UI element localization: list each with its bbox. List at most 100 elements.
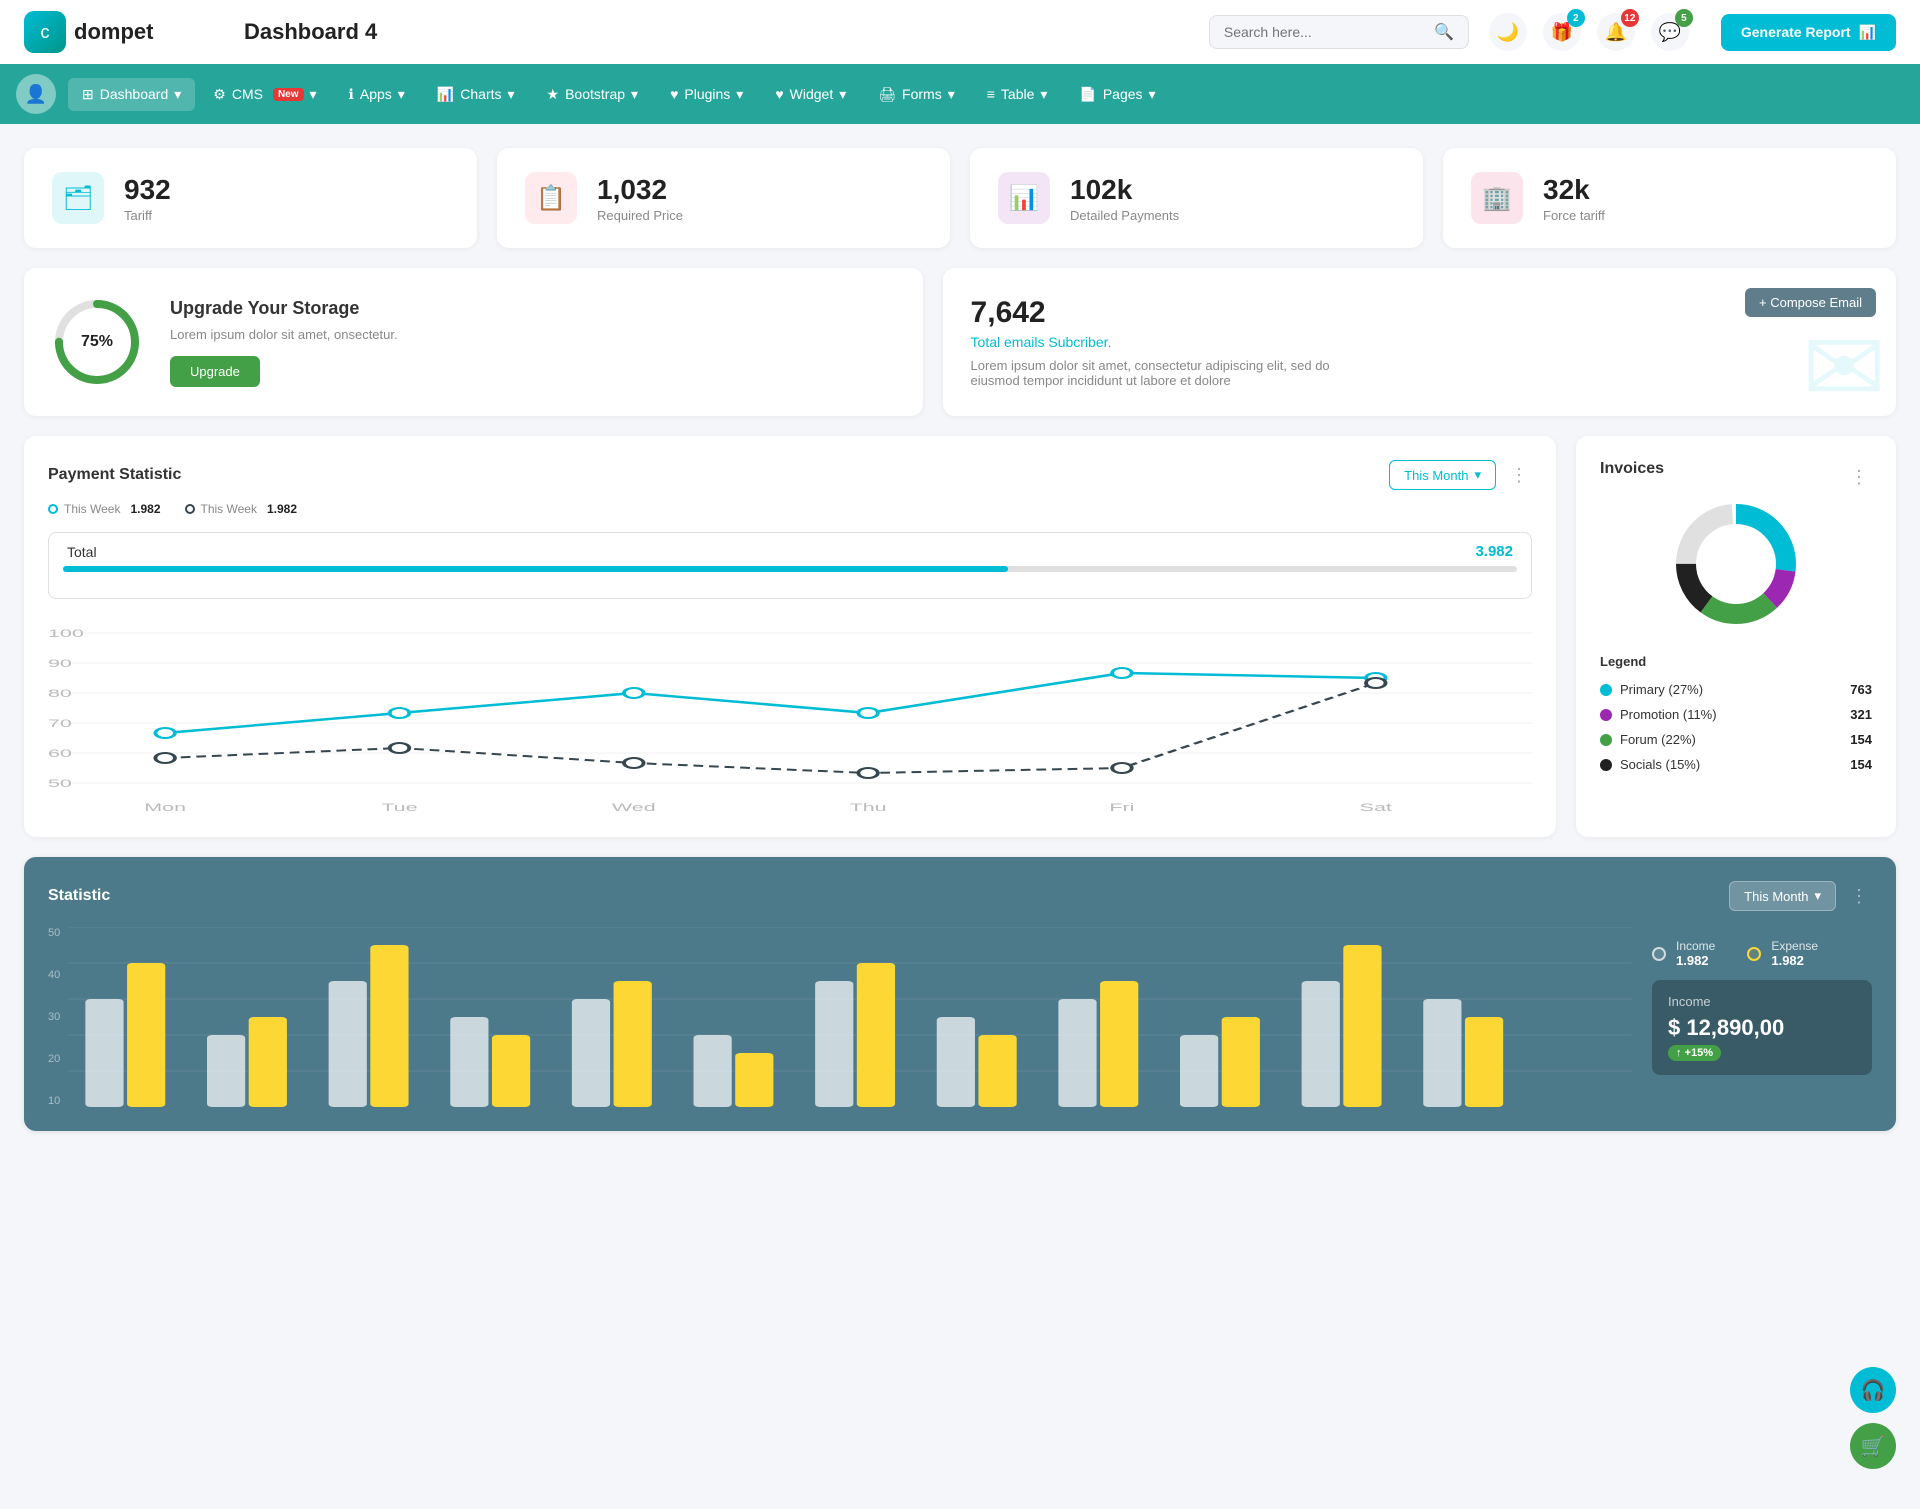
nav-label-bootstrap: Bootstrap xyxy=(565,86,625,102)
svg-text:Fri: Fri xyxy=(1109,801,1134,813)
bar-chart-inner: 5040302010 xyxy=(48,927,1632,1107)
forms-icon: 🖨 xyxy=(878,86,896,103)
stat-card-force-tariff: 🏢 32k Force tariff xyxy=(1443,148,1896,248)
stat-card-required-price: 📋 1,032 Required Price xyxy=(497,148,950,248)
legend-item-0: This Week 1.982 xyxy=(48,502,161,516)
chevron-down-icon-cms: ▾ xyxy=(310,86,317,103)
inv-leg-promotion: Promotion (11%) 321 xyxy=(1600,702,1872,727)
income-box: Income $ 12,890,00 ↑ +15% xyxy=(1652,980,1872,1075)
nav-label-dashboard: Dashboard xyxy=(100,86,169,102)
income-legend-item: Income 1.982 xyxy=(1652,939,1715,968)
headset-fab-button[interactable]: 🎧 xyxy=(1850,1367,1896,1413)
income-legend-dot xyxy=(1652,947,1666,961)
income-change: ↑ +15% xyxy=(1668,1045,1856,1061)
nav-label-apps: Apps xyxy=(360,86,392,102)
tariff-icon: 🗂 xyxy=(52,172,104,224)
socials-dot xyxy=(1600,759,1612,771)
stat-legend-row: Income 1.982 Expense 1.982 xyxy=(1652,939,1872,968)
generate-report-label: Generate Report xyxy=(1741,24,1851,40)
income-legend-label: Income xyxy=(1676,939,1715,953)
chevron-down-icon-table: ▾ xyxy=(1040,86,1047,103)
generate-report-button[interactable]: Generate Report 📊 xyxy=(1721,14,1896,51)
forum-dot xyxy=(1600,734,1612,746)
invoices-header: Invoices ⋮ xyxy=(1600,460,1872,494)
bell-btn[interactable]: 🔔 12 xyxy=(1597,13,1635,51)
inv-leg-primary: Primary (27%) 763 xyxy=(1600,677,1872,702)
detailed-payments-label: Detailed Payments xyxy=(1070,208,1179,223)
invoices-menu[interactable]: ⋮ xyxy=(1846,463,1872,492)
storage-card: 75% Upgrade Your Storage Lorem ipsum dol… xyxy=(24,268,923,416)
stat-month-button[interactable]: This Month ▾ xyxy=(1729,881,1836,911)
detailed-payments-icon: 📊 xyxy=(998,172,1050,224)
moon-icon: 🌙 xyxy=(1497,22,1519,43)
nav-item-pages[interactable]: 📄 Pages ▾ xyxy=(1065,78,1169,111)
main-content: 🗂 932 Tariff 📋 1,032 Required Price 📊 10… xyxy=(0,124,1920,1155)
cms-icon: ⚙ xyxy=(213,86,226,103)
nav-label-table: Table xyxy=(1001,86,1034,102)
svg-text:Thu: Thu xyxy=(850,801,887,813)
chevron-down-icon-bootstrap: ▾ xyxy=(631,86,638,103)
chart-header: Payment Statistic This Month ▾ ⋮ xyxy=(48,460,1532,490)
svg-text:60: 60 xyxy=(48,747,72,759)
required-price-info: 1,032 Required Price xyxy=(597,174,683,223)
this-month-button[interactable]: This Month ▾ xyxy=(1389,460,1496,490)
income-legend-value: 1.982 xyxy=(1676,953,1715,968)
storage-circle: 75% xyxy=(52,297,142,387)
gift-btn[interactable]: 🎁 2 xyxy=(1543,13,1581,51)
chevron-down-icon-pages: ▾ xyxy=(1149,86,1156,103)
gift-badge: 2 xyxy=(1567,9,1585,27)
detailed-payments-value: 102k xyxy=(1070,174,1179,206)
promotion-dot xyxy=(1600,709,1612,721)
bar-chart-container: 5040302010 xyxy=(48,927,1632,1107)
income-legend-info: Income 1.982 xyxy=(1676,939,1715,968)
force-tariff-icon: 🏢 xyxy=(1471,172,1523,224)
upgrade-button[interactable]: Upgrade xyxy=(170,356,260,387)
cart-fab-button[interactable]: 🛒 xyxy=(1850,1423,1896,1469)
inv-leg-left-socials: Socials (15%) xyxy=(1600,757,1700,772)
progress-bar xyxy=(63,566,1517,572)
nav-item-cms[interactable]: ⚙ CMS New ▾ xyxy=(199,78,330,111)
total-value: 3.982 xyxy=(1475,543,1513,560)
legend-item-1: This Week 1.982 xyxy=(185,502,298,516)
nav-item-table[interactable]: ≡ Table ▾ xyxy=(973,78,1062,111)
search-icon[interactable]: 🔍 xyxy=(1434,22,1454,42)
invoices-donut-svg xyxy=(1666,494,1806,634)
nav-item-charts[interactable]: 📊 Charts ▾ xyxy=(423,78,529,111)
nav-item-plugins[interactable]: ♥ Plugins ▾ xyxy=(656,78,757,111)
nav-item-bootstrap[interactable]: ★ Bootstrap ▾ xyxy=(533,78,653,111)
email-label: Total emails Subcriber. xyxy=(971,334,1868,350)
svg-text:Wed: Wed xyxy=(612,801,656,813)
nav-item-forms[interactable]: 🖨 Forms ▾ xyxy=(864,78,968,111)
required-price-value: 1,032 xyxy=(597,174,683,206)
invoices-title: Invoices xyxy=(1600,460,1664,478)
force-tariff-value: 32k xyxy=(1543,174,1605,206)
apps-icon: ℹ xyxy=(349,86,354,103)
payment-chart-menu[interactable]: ⋮ xyxy=(1506,461,1532,490)
dashboard-icon: ⊞ xyxy=(82,86,94,103)
stat-chart-menu[interactable]: ⋮ xyxy=(1846,882,1872,911)
expense-legend-item: Expense 1.982 xyxy=(1747,939,1818,968)
bar-chart-svg xyxy=(68,927,1632,1107)
storage-info: Upgrade Your Storage Lorem ipsum dolor s… xyxy=(170,298,398,387)
stat-right-panel: Income 1.982 Expense 1.982 Income xyxy=(1652,927,1872,1107)
search-input[interactable] xyxy=(1224,24,1426,40)
plugins-icon: ♥ xyxy=(670,86,678,102)
nav-item-dashboard[interactable]: ⊞ Dashboard ▾ xyxy=(68,78,195,111)
nav-item-apps[interactable]: ℹ Apps ▾ xyxy=(335,78,419,111)
chevron-down-icon-stat: ▾ xyxy=(1814,888,1821,904)
charts-row: Payment Statistic This Month ▾ ⋮ This We… xyxy=(24,436,1896,837)
inv-leg-left-promotion: Promotion (11%) xyxy=(1600,707,1717,722)
chevron-down-icon-month: ▾ xyxy=(1474,467,1481,483)
moon-btn[interactable]: 🌙 xyxy=(1489,13,1527,51)
chat-btn[interactable]: 💬 5 xyxy=(1651,13,1689,51)
nav-item-widget[interactable]: ♥ Widget ▾ xyxy=(761,78,860,111)
inv-leg-left-forum: Forum (22%) xyxy=(1600,732,1696,747)
stat-card-detailed-payments: 📊 102k Detailed Payments xyxy=(970,148,1423,248)
legend-label-1: This Week xyxy=(201,502,257,516)
primary-dot xyxy=(1600,684,1612,696)
nav-label-pages: Pages xyxy=(1103,86,1143,102)
email-envelope-icon: ✉ xyxy=(1802,309,1886,416)
chevron-down-icon-widget: ▾ xyxy=(839,86,846,103)
y-axis-labels: 5040302010 xyxy=(48,927,60,1107)
statistic-title: Statistic xyxy=(48,887,1729,905)
